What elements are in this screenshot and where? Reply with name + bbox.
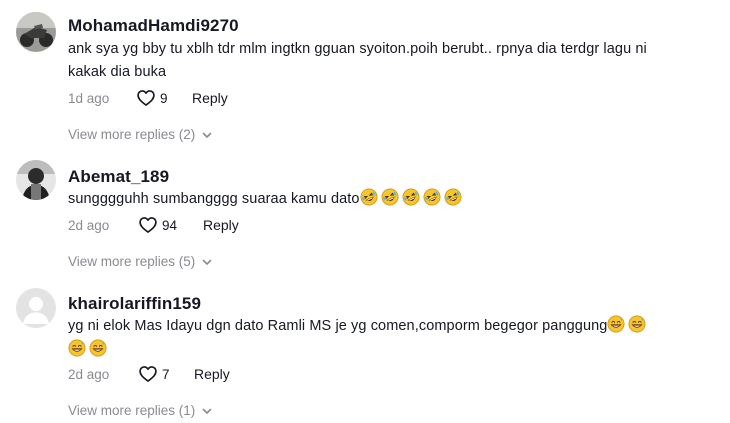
like-button[interactable]: 9 xyxy=(136,88,168,108)
chevron-down-icon xyxy=(202,259,212,265)
comment-text: sungggguhh sumbangggg suaraa kamu dato xyxy=(68,188,708,211)
heart-icon xyxy=(139,366,157,382)
comment-username[interactable]: Abemat_189 xyxy=(68,167,169,187)
comment-meta: 2d ago xyxy=(68,363,109,385)
like-count: 7 xyxy=(162,366,170,382)
comment-text: yg ni elok Mas Idayu dgn dato Ramli MS j… xyxy=(68,315,708,362)
comment-meta: 1d ago xyxy=(68,87,109,109)
chevron-down-icon xyxy=(202,132,212,138)
chevron-down-icon xyxy=(202,408,212,414)
emoji-group xyxy=(607,315,649,334)
rofl-emoji-icon xyxy=(402,188,420,206)
default-avatar-icon xyxy=(16,288,56,328)
heart-icon xyxy=(139,217,157,233)
view-more-replies-label: View more replies (1) xyxy=(68,403,196,418)
view-more-replies-label: View more replies (2) xyxy=(68,127,196,142)
rofl-emoji-icon xyxy=(381,188,399,206)
view-more-replies-button[interactable]: View more replies (2) xyxy=(68,127,213,142)
like-button[interactable]: 94 xyxy=(138,215,177,235)
view-more-replies-button[interactable]: View more replies (5) xyxy=(68,254,213,269)
comment-text: ank sya yg bby tu xblh tdr mlm ingtkn gg… xyxy=(68,38,708,84)
like-count: 94 xyxy=(162,217,178,233)
comment-text-line: yg ni elok Mas Idayu dgn dato Ramli MS j… xyxy=(68,315,708,338)
rofl-emoji-icon xyxy=(444,188,462,206)
comment-meta: 2d ago xyxy=(68,214,109,236)
emoji-group xyxy=(360,188,465,207)
reply-button[interactable]: Reply xyxy=(203,217,239,233)
rofl-emoji-icon xyxy=(423,188,441,206)
comment-username[interactable]: khairolariffin159 xyxy=(68,294,201,314)
comment-timestamp: 2d ago xyxy=(68,366,110,382)
comment-text-line: kakak dia buka xyxy=(68,64,167,80)
reply-button[interactable]: Reply xyxy=(194,366,230,382)
comment-text-body: sungggguhh sumbangggg suaraa kamu dato xyxy=(68,191,360,207)
grin-sweat-emoji-icon xyxy=(89,339,107,357)
grin-sweat-emoji-icon xyxy=(608,315,625,333)
reply-button[interactable]: Reply xyxy=(192,90,228,106)
comment-timestamp: 2d ago xyxy=(68,217,110,233)
view-more-replies-button[interactable]: View more replies (1) xyxy=(68,403,213,418)
grin-sweat-emoji-icon xyxy=(629,315,646,333)
person-avatar-image xyxy=(16,160,56,200)
grin-sweat-emoji-icon xyxy=(68,339,86,357)
view-more-replies-label: View more replies (5) xyxy=(68,254,196,269)
comment-text-body: yg ni elok Mas Idayu dgn dato Ramli MS j… xyxy=(68,318,608,334)
like-count: 9 xyxy=(160,90,168,106)
heart-icon xyxy=(137,90,155,106)
avatar[interactable] xyxy=(16,12,56,52)
comment-text-line: ank sya yg bby tu xblh tdr mlm ingtkn gg… xyxy=(68,41,647,57)
comment-username[interactable]: MohamadHamdi9270 xyxy=(68,16,239,36)
motorcycle-avatar-image xyxy=(16,12,56,52)
like-button[interactable]: 7 xyxy=(138,364,170,384)
rofl-emoji-icon xyxy=(360,188,378,206)
comment-timestamp: 1d ago xyxy=(68,90,110,106)
avatar[interactable] xyxy=(16,160,56,200)
emoji-group xyxy=(68,339,708,362)
avatar[interactable] xyxy=(16,288,56,328)
